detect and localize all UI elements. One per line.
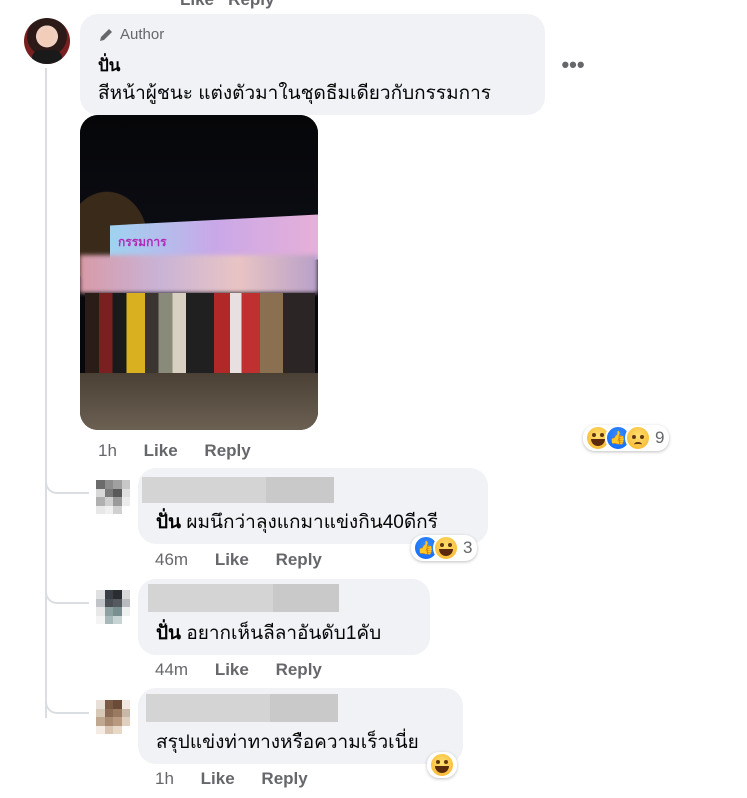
- reply-3-like-button[interactable]: Like: [201, 769, 235, 788]
- reply-1-time[interactable]: 46m: [155, 550, 188, 569]
- post-reply-button[interactable]: Reply: [204, 441, 250, 460]
- reply-2-name-redacted-2: [273, 584, 339, 612]
- reply-2-avatar[interactable]: [96, 590, 130, 624]
- reply-2-text: อยากเห็นลีลาอันดับ1คับ: [186, 623, 382, 644]
- post-reactions[interactable]: 👍 9: [583, 425, 670, 451]
- reply-1-bubble: ปั่น ผมนึกว่าลุงแกมาแข่งกิน40ดีกรี: [138, 468, 488, 544]
- thread-branch-1: [45, 470, 89, 494]
- post-meta: 1h Like Reply: [98, 441, 251, 461]
- post-text: สีหน้าผู้ชนะ แต่งตัวมาในชุดธีมเดียวกับกร…: [98, 83, 491, 104]
- post-like-button[interactable]: Like: [144, 441, 178, 460]
- reply-3-avatar[interactable]: [96, 700, 130, 734]
- previous-comment-actions-text: Like Reply: [180, 0, 274, 9]
- reply-3-reactions[interactable]: [427, 752, 457, 778]
- pen-icon: [100, 28, 112, 41]
- post-photo[interactable]: กรรมการ: [80, 115, 318, 430]
- photo-ground: [80, 373, 318, 430]
- reply-1-name-redacted-2: [266, 477, 334, 503]
- reply-1-meta: 46m Like Reply: [155, 550, 322, 570]
- thread-line: [45, 68, 47, 718]
- author-avatar[interactable]: [24, 18, 70, 64]
- photo-banner-text: กรรมการ: [118, 235, 167, 249]
- reply-2-like-button[interactable]: Like: [215, 660, 249, 679]
- reply-1-reactions[interactable]: 👍 3: [411, 535, 478, 561]
- reply-3-reply-button[interactable]: Reply: [261, 769, 307, 788]
- reply-3-name-redacted-2: [270, 694, 338, 722]
- thread-branch-3: [45, 690, 89, 714]
- reply-1-mention[interactable]: ปั่น: [156, 512, 181, 533]
- reply-3-bubble: สรุปแข่งท่าทางหรือความเร็วเนี่ย: [138, 688, 463, 764]
- reply-1-like-button[interactable]: Like: [215, 550, 249, 569]
- previous-comment-actions-partial: Like Reply: [180, 0, 274, 10]
- photo-blur-strip: [80, 255, 318, 293]
- author-badge-label: Author: [120, 26, 165, 43]
- reply-1-text: ผมนึกว่าลุงแกมาแข่งกิน40ดีกรี: [186, 512, 438, 533]
- author-name[interactable]: ปั่น: [98, 52, 120, 79]
- reply-2-time[interactable]: 44m: [155, 660, 188, 679]
- more-horizontal-icon: •••: [561, 52, 585, 77]
- post-bubble: Author ปั่น สีหน้าผู้ชนะ แต่งตัวมาในชุดธ…: [80, 14, 545, 115]
- reply-1-content: ปั่น ผมนึกว่าลุงแกมาแข่งกิน40ดีกรี: [156, 507, 438, 537]
- post-time[interactable]: 1h: [98, 441, 117, 460]
- reply-1-avatar[interactable]: [96, 480, 130, 514]
- reply-1-reply-button[interactable]: Reply: [276, 550, 322, 569]
- more-options-button[interactable]: •••: [558, 50, 588, 80]
- reply-2-bubble: ปั่น อยากเห็นลีลาอันดับ1คับ: [138, 579, 430, 655]
- reply-3-time[interactable]: 1h: [155, 769, 174, 788]
- post-reaction-count: 9: [655, 428, 665, 447]
- photo-people: [85, 293, 315, 383]
- avatar-shirt: [32, 50, 62, 64]
- reply-3-content: สรุปแข่งท่าทางหรือความเร็วเนี่ย: [156, 727, 419, 757]
- reply-2-mention[interactable]: ปั่น: [156, 623, 181, 644]
- avatar-face: [40, 28, 54, 46]
- reply-1-reaction-count: 3: [463, 538, 473, 557]
- haha-reaction-icon: [429, 752, 455, 778]
- reply-2-reply-button[interactable]: Reply: [276, 660, 322, 679]
- reply-2-content: ปั่น อยากเห็นลีลาอันดับ1คับ: [156, 618, 381, 648]
- haha-reaction-icon: [433, 535, 459, 561]
- sad-reaction-icon: [625, 425, 651, 451]
- author-badge: Author: [98, 26, 164, 43]
- reply-2-meta: 44m Like Reply: [155, 660, 322, 680]
- thread-branch-2: [45, 580, 89, 604]
- reply-3-text: สรุปแข่งท่าทางหรือความเร็วเนี่ย: [156, 732, 419, 753]
- reply-3-meta: 1h Like Reply: [155, 769, 308, 789]
